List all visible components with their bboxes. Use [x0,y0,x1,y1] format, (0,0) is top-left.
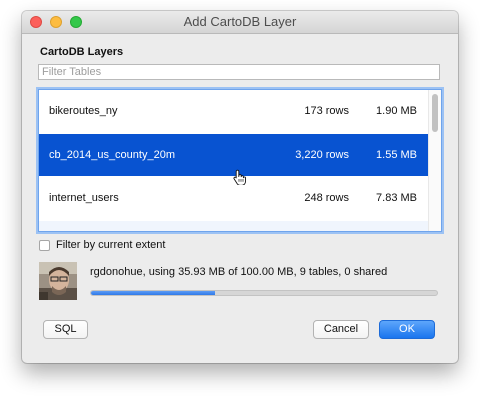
storage-usage-fill [91,291,216,295]
window-title: Add CartoDB Layer [183,14,297,29]
table-row[interactable]: bikeroutes_ny 173 rows 1.90 MB [39,90,429,132]
ok-button[interactable]: OK [379,320,435,339]
filter-extent-label[interactable]: Filter by current extent [56,239,165,251]
table-row-partial[interactable] [39,221,429,231]
scrollbar-thumb[interactable] [432,94,438,132]
table-row-count: 3,220 rows [295,149,349,161]
table-size: 1.90 MB [376,105,417,117]
account-usage-text: rgdonohue, using 35.93 MB of 100.00 MB, … [90,266,388,278]
sql-button[interactable]: SQL [43,320,88,339]
layers-table[interactable]: bikeroutes_ny 173 rows 1.90 MB cb_2014_u… [38,89,442,232]
table-name: bikeroutes_ny [49,105,118,117]
hand-pointer-icon [233,169,247,190]
user-avatar [39,262,77,300]
table-name: cb_2014_us_county_20m [49,149,175,161]
table-name: internet_users [49,192,119,204]
table-row-count: 173 rows [304,105,349,117]
storage-usage-bar [90,290,438,296]
add-cartodb-layer-dialog: Add CartoDB Layer CartoDB Layers bikerou… [22,11,458,363]
title-bar: Add CartoDB Layer [22,11,458,34]
cancel-button[interactable]: Cancel [313,320,369,339]
filter-tables-input[interactable] [38,64,440,80]
table-size: 7.83 MB [376,192,417,204]
desktop-stage: Add CartoDB Layer CartoDB Layers bikerou… [0,0,480,402]
table-size: 1.55 MB [376,149,417,161]
table-scrollbar[interactable] [428,90,441,231]
table-row-count: 248 rows [304,192,349,204]
section-label-cartodb-layers: CartoDB Layers [40,46,124,58]
filter-extent-checkbox[interactable] [39,240,50,251]
